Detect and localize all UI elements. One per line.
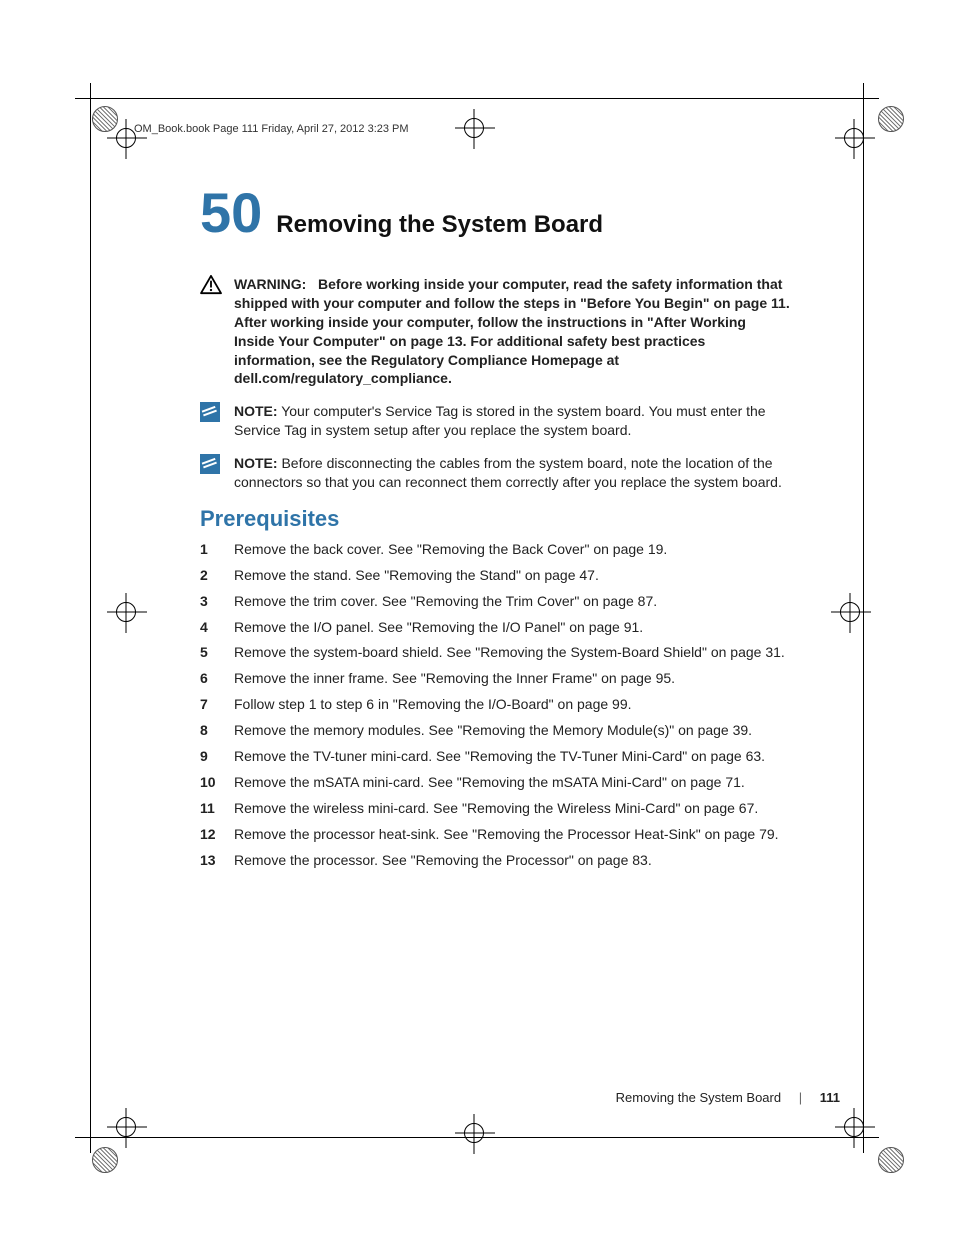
chapter-number: 50 [200,185,262,241]
chapter-title: Removing the System Board [276,211,603,239]
note-callout-1: NOTE: Your computer's Service Tag is sto… [200,402,790,440]
list-item: Remove the I/O panel. See "Removing the … [200,618,790,637]
list-item: Remove the inner frame. See "Removing th… [200,669,790,688]
list-item: Remove the processor. See "Removing the … [200,851,790,870]
warning-icon [200,275,222,295]
list-item: Remove the stand. See "Removing the Stan… [200,566,790,585]
note-icon [200,402,220,422]
section-heading: Prerequisites [200,506,790,532]
page-number: 111 [820,1090,840,1105]
chapter-heading: 50 Removing the System Board [200,185,790,241]
list-item: Remove the trim cover. See "Removing the… [200,592,790,611]
note-icon [200,454,220,474]
warning-callout: WARNING: Before working inside your comp… [200,275,790,388]
note-callout-2: NOTE: Before disconnecting the cables fr… [200,454,790,492]
running-header: OM_Book.book Page 111 Friday, April 27, … [134,123,409,135]
note-label: NOTE: [234,455,278,471]
list-item: Remove the mSATA mini-card. See "Removin… [200,773,790,792]
page-content: 50 Removing the System Board WARNING: Be… [200,185,790,876]
list-item: Remove the system-board shield. See "Rem… [200,643,790,662]
list-item: Remove the TV-tuner mini-card. See "Remo… [200,747,790,766]
list-item: Remove the memory modules. See "Removing… [200,721,790,740]
footer-separator: | [799,1090,802,1105]
list-item: Remove the processor heat-sink. See "Rem… [200,825,790,844]
prerequisites-list: Remove the back cover. See "Removing the… [200,540,790,870]
warning-text: Before working inside your computer, rea… [234,276,790,386]
list-item: Follow step 1 to step 6 in "Removing the… [200,695,790,714]
page-footer: Removing the System Board | 111 [616,1090,840,1105]
note-text: Your computer's Service Tag is stored in… [234,403,766,438]
warning-label: WARNING: [234,276,306,292]
note-text: Before disconnecting the cables from the… [234,455,782,490]
footer-title: Removing the System Board [616,1090,781,1105]
list-item: Remove the wireless mini-card. See "Remo… [200,799,790,818]
note-label: NOTE: [234,403,278,419]
list-item: Remove the back cover. See "Removing the… [200,540,790,559]
